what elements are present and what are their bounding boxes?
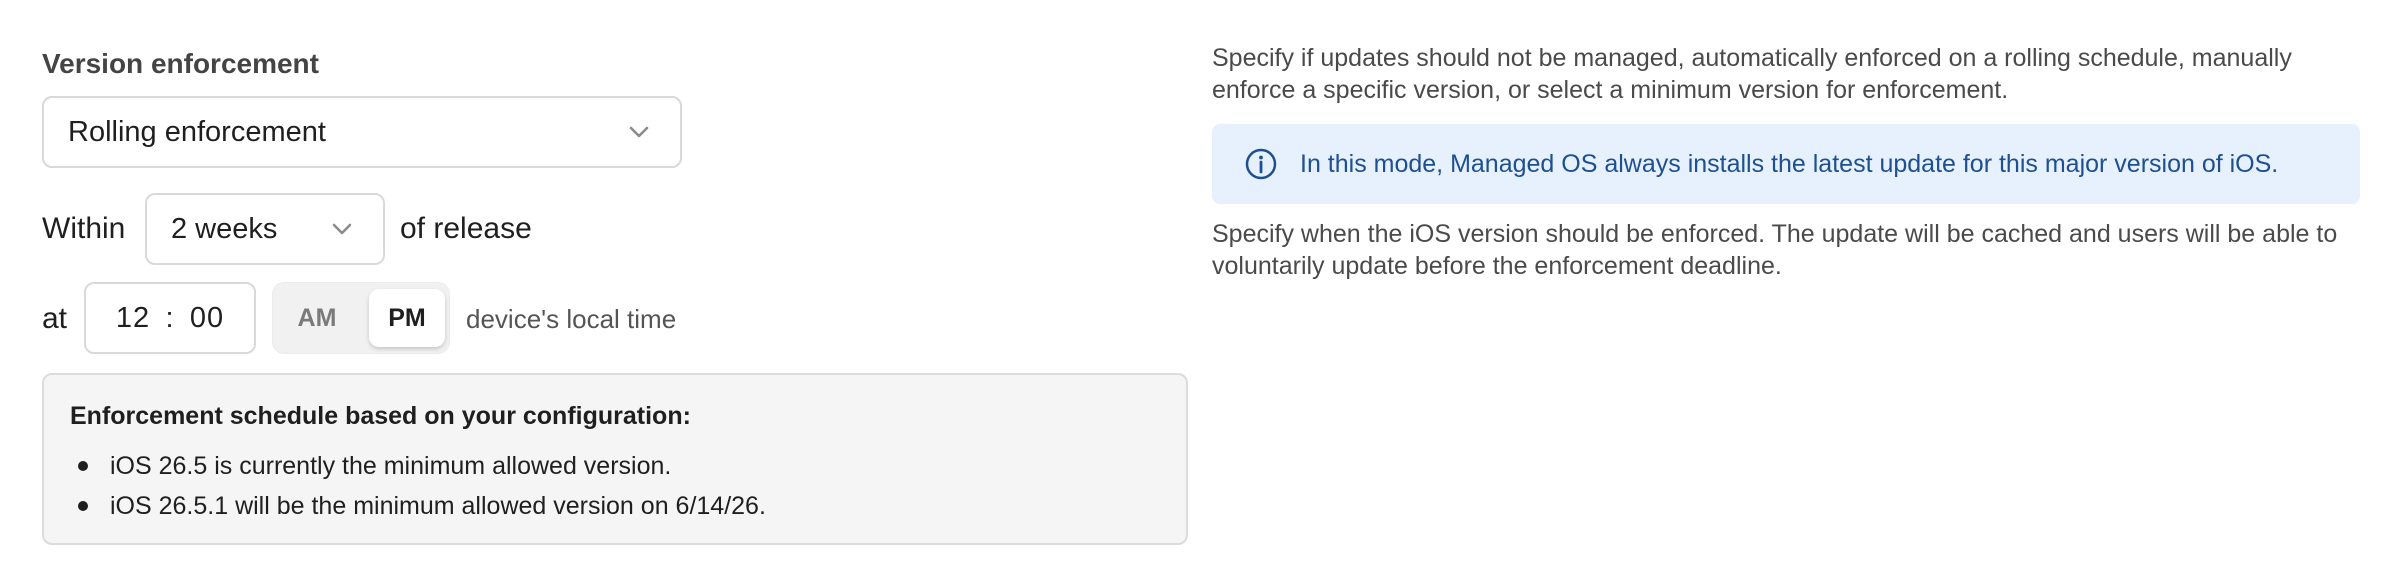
time-input[interactable]: 12 : 00 — [84, 282, 256, 354]
enforcement-schedule-panel: Enforcement schedule based on your confi… — [42, 373, 1188, 545]
minute-field[interactable]: 00 — [177, 302, 237, 335]
chevron-down-icon — [629, 126, 649, 138]
info-banner-text: In this mode, Managed OS always installs… — [1300, 149, 2279, 178]
local-time-label: device's local time — [466, 304, 677, 334]
hour-field[interactable]: 12 — [103, 302, 163, 335]
schedule-item: iOS 26.5.1 will be the minimum allowed v… — [110, 492, 766, 520]
am-pm-toggle: AM PM — [272, 282, 450, 354]
time-separator: : — [165, 301, 175, 334]
bullet-icon — [78, 501, 88, 511]
enforcement-mode-select[interactable]: Rolling enforcement — [42, 96, 682, 168]
mode-help-text: Specify if updates should not be managed… — [1212, 44, 2292, 104]
deadline-duration-select[interactable]: 2 weeks — [145, 193, 385, 265]
at-label: at — [42, 302, 68, 335]
bullet-icon — [78, 461, 88, 471]
pm-button[interactable]: PM — [369, 289, 445, 347]
version-enforcement-label: Version enforcement — [42, 48, 319, 79]
enforcement-mode-value: Rolling enforcement — [68, 115, 326, 148]
schedule-title: Enforcement schedule based on your confi… — [70, 402, 691, 430]
deadline-help-text: Specify when the iOS version should be e… — [1212, 220, 2338, 280]
chevron-down-icon — [332, 223, 352, 235]
info-icon — [1245, 148, 1277, 180]
schedule-item: iOS 26.5 is currently the minimum allowe… — [110, 452, 672, 480]
deadline-duration-value: 2 weeks — [171, 212, 278, 245]
am-button[interactable]: AM — [279, 289, 355, 347]
within-label: Within — [42, 212, 126, 245]
of-release-label: of release — [400, 212, 532, 245]
info-banner: In this mode, Managed OS always installs… — [1212, 124, 2360, 204]
